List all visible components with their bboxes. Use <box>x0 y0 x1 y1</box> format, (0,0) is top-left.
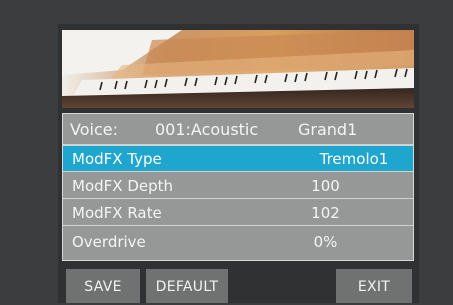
default-button[interactable]: DEFAULT <box>146 269 228 303</box>
param-row-modfx-rate[interactable]: ModFX Rate 102 <box>63 200 413 226</box>
param-label: ModFX Rate <box>72 204 162 222</box>
voice-label: Voice: <box>70 120 118 139</box>
voice-number: 001:Acoustic <box>155 120 259 139</box>
param-value: Tremolo1 <box>319 150 389 168</box>
param-row-overdrive[interactable]: Overdrive 0% <box>63 227 413 260</box>
grand-piano-photo <box>62 30 414 108</box>
exit-button[interactable]: EXIT <box>336 269 412 303</box>
param-label: ModFX Type <box>72 150 162 168</box>
piano-image <box>62 30 414 108</box>
voice-edit-panel: Voice: 001:Acoustic Grand1 ModFX Type Tr… <box>62 113 414 261</box>
param-label: Overdrive <box>72 233 146 251</box>
param-value: 0% <box>313 233 338 251</box>
param-label: ModFX Depth <box>72 177 174 195</box>
param-value: 100 <box>311 177 340 195</box>
param-row-modfx-depth[interactable]: ModFX Depth 100 <box>63 173 413 199</box>
param-row-modfx-type[interactable]: ModFX Type Tremolo1 <box>63 146 413 172</box>
save-button[interactable]: SAVE <box>66 269 140 303</box>
param-value: 102 <box>311 204 340 222</box>
voice-row[interactable]: Voice: 001:Acoustic Grand1 <box>63 114 413 146</box>
voice-name: Grand1 <box>298 120 358 139</box>
